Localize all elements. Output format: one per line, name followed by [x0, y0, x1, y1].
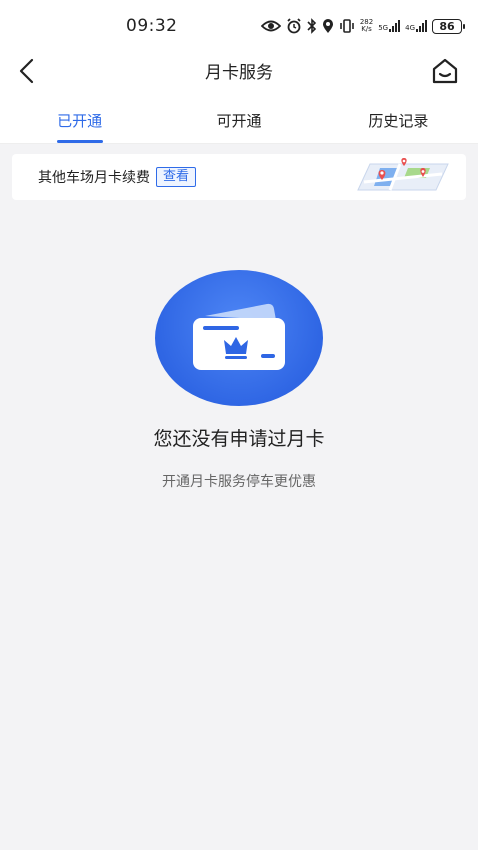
map-icon [350, 156, 454, 202]
signal-4g: 4G [405, 20, 427, 32]
tab-opened[interactable]: 已开通 [0, 98, 159, 143]
tab-opened-label: 已开通 [57, 112, 103, 130]
signal-bars-icon [416, 20, 427, 32]
status-bar: 09:32 282 K/s 5G 4G 86 [0, 0, 478, 48]
tab-active-indicator [56, 140, 103, 143]
banner-text: 其他车场月卡续费 [38, 170, 150, 186]
signal-4g-label: 4G [405, 24, 415, 32]
eye-icon [260, 17, 281, 35]
page-title: 月卡服务 [205, 63, 273, 83]
alarm-icon [286, 17, 302, 35]
nav-bar: 月卡服务 [0, 48, 478, 98]
card-crown-icon [155, 270, 323, 406]
home-button[interactable] [430, 56, 460, 86]
empty-state: 您还没有申请过月卡 开通月卡服务停车更优惠 [0, 270, 478, 491]
empty-title: 您还没有申请过月卡 [153, 428, 325, 450]
battery-indicator: 86 [432, 18, 465, 34]
status-icons: 282 K/s 5G 4G 86 [260, 16, 465, 36]
tab-available[interactable]: 可开通 [159, 98, 318, 143]
view-button[interactable]: 查看 [156, 167, 197, 187]
signal-bars-icon [389, 20, 401, 32]
signal-5g: 5G [378, 20, 401, 32]
header-area: 09:32 282 K/s 5G 4G 86 月卡服务 已开通 可开通 历史记录 [0, 0, 478, 144]
net-speed-unit: K/s [361, 25, 372, 33]
vibrate-icon [339, 17, 355, 35]
empty-subtitle: 开通月卡服务停车更优惠 [162, 474, 316, 490]
status-time: 09:32 [126, 16, 178, 36]
tab-history[interactable]: 历史记录 [319, 98, 478, 143]
tab-history-label: 历史记录 [368, 112, 429, 130]
bluetooth-icon [307, 17, 317, 35]
renewal-banner[interactable]: 其他车场月卡续费 查看 [12, 154, 466, 200]
signal-5g-label: 5G [378, 24, 389, 32]
net-speed: 282 K/s [360, 19, 373, 33]
tab-available-label: 可开通 [216, 112, 262, 130]
location-icon [322, 17, 334, 35]
home-icon [432, 58, 458, 84]
tab-bar: 已开通 可开通 历史记录 [0, 98, 478, 144]
